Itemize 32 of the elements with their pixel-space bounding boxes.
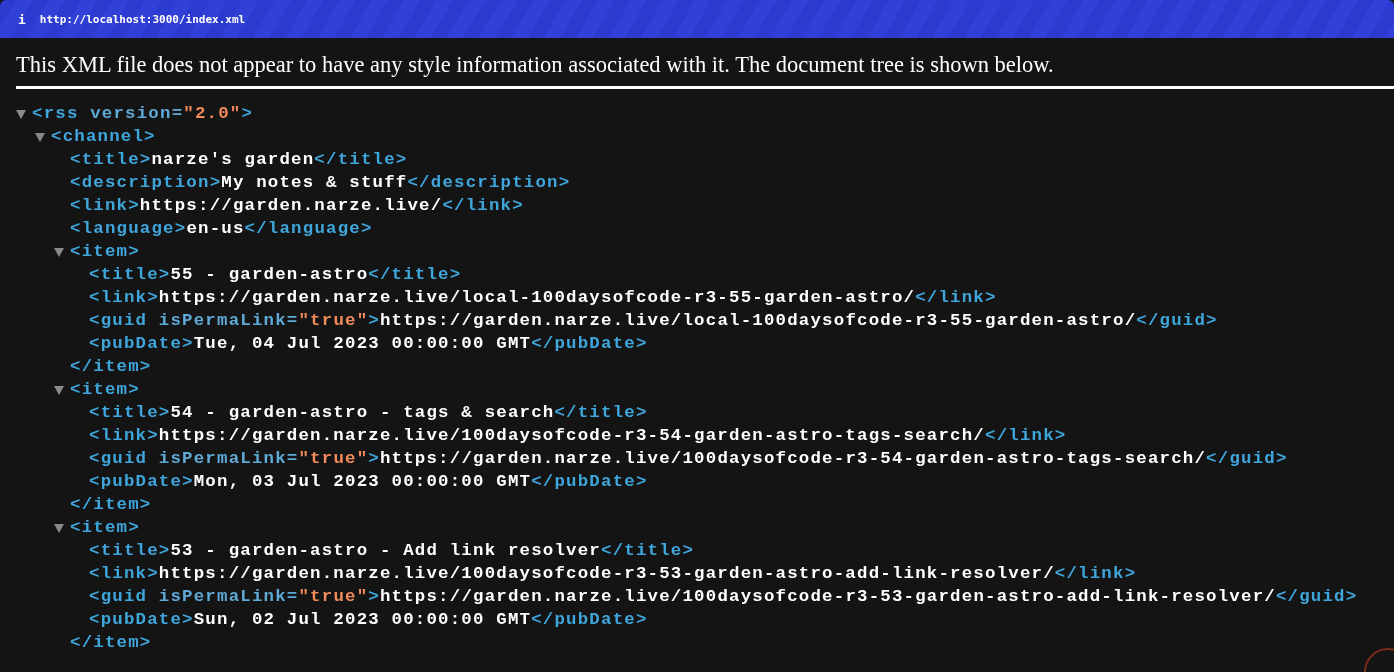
xml-line: <description>My notes & stuff</description> [70,173,571,192]
page-url: http://localhost:3000/index.xml [39,12,246,26]
xml-line: <guid isPermaLink="true">https://garden.narze.live/100daysofcode-r3-53-garden-astro-add-link-resolver/</guid> [89,587,1358,606]
expanded-triangle-icon[interactable] [54,384,64,395]
xml-line: <language>en-us</language> [70,219,373,238]
xml-line: <pubDate>Mon, 03 Jul 2023 00:00:00 GMT</pubDate> [89,472,648,491]
xml-line: <pubDate>Tue, 04 Jul 2023 00:00:00 GMT</pubDate> [89,334,648,353]
xml-open-tag: <item> [70,242,140,261]
xml-line: <title>54 - garden-astro - tags & search</title> [89,403,648,422]
xml-line: <pubDate>Sun, 02 Jul 2023 00:00:00 GMT</pubDate> [89,610,648,629]
xml-line: <title>53 - garden-astro - Add link resolver</title> [89,541,695,560]
xml-line: <link>https://garden.narze.live/100daysofcode-r3-54-garden-astro-tags-search/</link> [89,426,1067,445]
xml-line: <title>55 - garden-astro</title> [89,265,462,284]
xml-close-tag: </item> [70,357,152,376]
expanded-triangle-icon[interactable] [35,131,45,142]
xml-open-tag: <item> [70,518,140,537]
xml-open-tag: <item> [70,380,140,399]
xml-close-tag: </item> [70,495,152,514]
xml-close-tag: </item> [70,633,152,652]
xml-line: <guid isPermaLink="true">https://garden.narze.live/local-100daysofcode-r3-55-garden-astro/</guid> [89,311,1218,330]
xml-line: <title>narze's garden</title> [70,150,408,169]
info-glyph: i [18,11,26,27]
expanded-triangle-icon[interactable] [16,108,26,119]
xml-open-tag: <rss version="2.0"> [32,104,254,123]
xml-line: <guid isPermaLink="true">https://garden.narze.live/100daysofcode-r3-54-garden-astro-tags-search/</guid> [89,449,1288,468]
expanded-triangle-icon[interactable] [54,246,64,257]
xml-line: <link>https://garden.narze.live/local-100daysofcode-r3-55-garden-astro/</link> [89,288,997,307]
expanded-triangle-icon[interactable] [54,522,64,533]
xml-open-tag: <channel> [51,127,156,146]
xml-line: <link>https://garden.narze.live/100daysofcode-r3-53-garden-astro-add-link-resolver/</link> [89,564,1137,583]
style-notice: This XML file does not appear to have any style information associated with it. The document tree is shown below. [16,38,1394,89]
xml-line: <link>https://garden.narze.live/</link> [70,196,524,215]
